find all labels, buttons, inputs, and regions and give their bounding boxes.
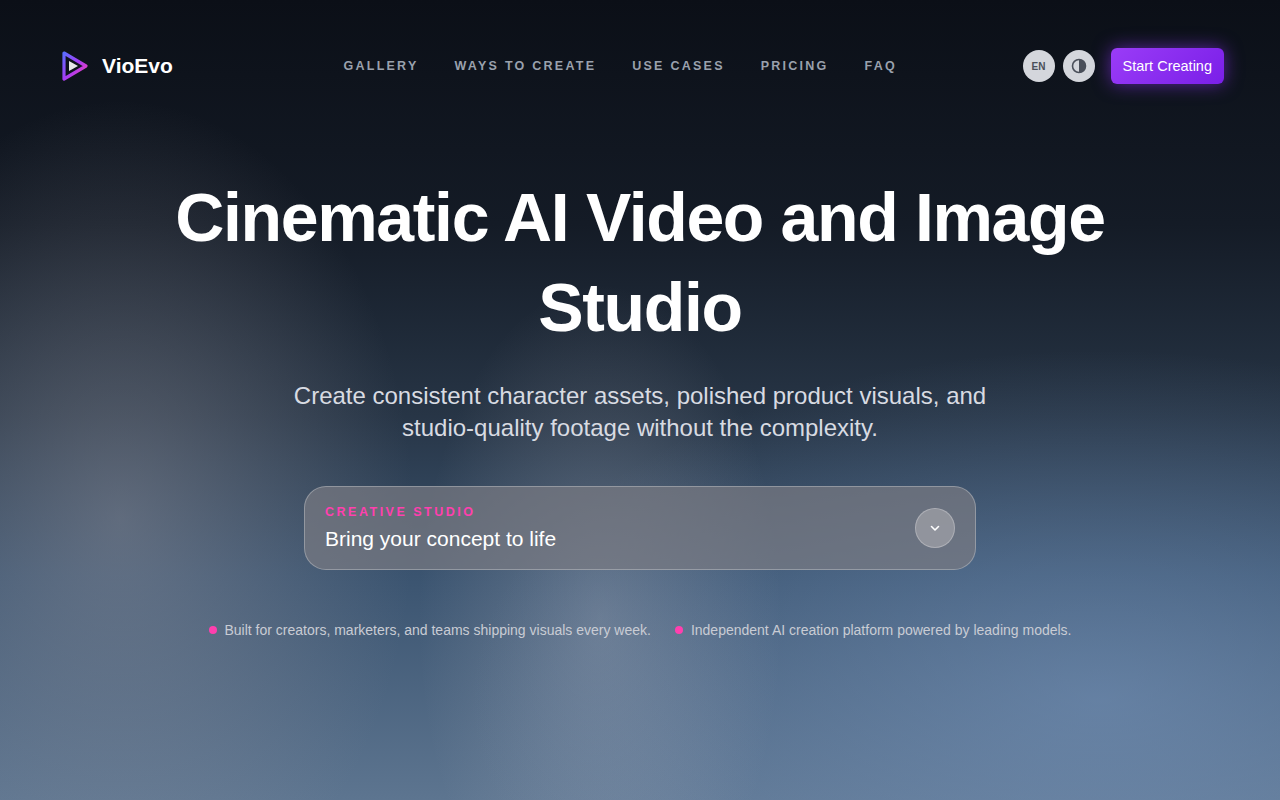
nav-link[interactable]: USE CASES [632, 59, 725, 73]
chevron-down-icon [928, 521, 942, 535]
studio-select[interactable]: CREATIVE STUDIO Bring your concept to lif… [304, 486, 976, 570]
highlights: Built for creators, marketers, and teams… [209, 622, 1072, 638]
highlight: Independent AI creation platform powered… [675, 622, 1072, 638]
play-logo-icon [58, 50, 90, 82]
landing-page: VioEvo GALLERY WAYS TO CREATE USE CASES PRIC… [0, 0, 1280, 800]
header-actions: EN Start Creating [1023, 48, 1224, 84]
bullet-dot [209, 626, 217, 634]
brand[interactable]: VioEvo [58, 50, 318, 82]
brand-name: VioEvo [102, 54, 173, 78]
main-nav: GALLERY WAYS TO CREATE USE CASES PRICING FAQ [344, 59, 898, 73]
theme-toggle[interactable] [1063, 50, 1095, 82]
hero: Cinematic AI Video and Image Studio Creat… [0, 100, 1280, 638]
site-header: VioEvo GALLERY WAYS TO CREATE USE CASES PRIC… [0, 0, 1280, 100]
studio-select-value: Bring your concept to life [325, 527, 556, 551]
hero-subtitle: Create consistent character assets, poli… [275, 380, 1005, 444]
nav-link[interactable]: PRICING [761, 59, 829, 73]
studio-select-text: CREATIVE STUDIO Bring your concept to lif… [325, 505, 556, 551]
studio-select-label: CREATIVE STUDIO [325, 505, 556, 519]
nav-link[interactable]: GALLERY [344, 59, 419, 73]
contrast-icon [1071, 58, 1087, 74]
hero-title: Cinematic AI Video and Image Studio [80, 172, 1200, 352]
bullet-dot [675, 626, 683, 634]
chevron-button[interactable] [915, 508, 955, 548]
highlight: Built for creators, marketers, and teams… [209, 622, 651, 638]
language-button[interactable]: EN [1023, 50, 1055, 82]
nav-link[interactable]: WAYS TO CREATE [455, 59, 597, 73]
nav-link[interactable]: FAQ [865, 59, 897, 73]
start-creating-button[interactable]: Start Creating [1111, 48, 1224, 84]
